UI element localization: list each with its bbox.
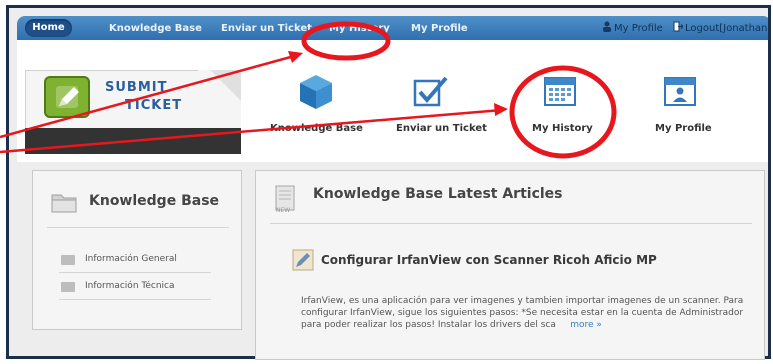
top-nav-bar: Home Knowledge Base Enviar un Ticket My … xyxy=(17,16,768,40)
sidebar-link-divider xyxy=(59,299,211,300)
submit-ticket-line1: SUBMIT xyxy=(105,80,168,95)
sidebar-knowledge-base-panel: Knowledge Base Información General Infor… xyxy=(32,170,242,330)
submit-ticket-footer-bar xyxy=(25,128,241,154)
toolbar-knowledge-base-label[interactable]: Knowledge Base xyxy=(270,123,363,134)
folder-icon xyxy=(51,191,77,217)
latest-articles-panel: NEW Knowledge Base Latest Articles Confi… xyxy=(255,170,765,360)
article-excerpt: IrfanView, es una aplicación para ver im… xyxy=(301,295,756,331)
submit-ticket-icon xyxy=(44,76,90,118)
calendar-icon[interactable] xyxy=(543,75,577,111)
article-title-link[interactable]: Configurar IrfanView con Scanner Ricoh A… xyxy=(321,253,657,267)
toolbar-my-history-label[interactable]: My History xyxy=(532,123,593,134)
nav-knowledge-base[interactable]: Knowledge Base xyxy=(109,20,202,37)
sidebar-link-informacion-general[interactable]: Información General xyxy=(85,254,177,264)
user-icon xyxy=(602,21,612,38)
main-panel-title: Knowledge Base Latest Articles xyxy=(313,186,563,202)
nav-my-history[interactable]: My History xyxy=(329,20,390,37)
profile-card-icon[interactable] xyxy=(663,75,697,111)
sidebar-divider xyxy=(47,227,229,228)
main-divider xyxy=(270,223,752,224)
nav-logout[interactable]: Logout[Jonathan] xyxy=(685,20,768,37)
folder-icon xyxy=(61,282,75,292)
nav-right-profile[interactable]: My Profile xyxy=(614,20,663,37)
knowledge-base-cube-icon[interactable] xyxy=(296,72,336,116)
more-link[interactable]: more » xyxy=(570,320,602,330)
toolbar-enviar-ticket-label[interactable]: Enviar un Ticket xyxy=(396,123,487,134)
new-badge: NEW xyxy=(276,207,291,214)
toolbar-my-profile-label[interactable]: My Profile xyxy=(655,123,712,134)
folder-icon xyxy=(61,255,75,265)
sidebar-link-informacion-tecnica[interactable]: Información Técnica xyxy=(85,281,175,291)
page-fold-corner xyxy=(198,70,241,128)
sidebar-title: Knowledge Base xyxy=(89,193,220,209)
article-excerpt-text: IrfanView, es una aplicación para ver im… xyxy=(301,296,744,330)
nav-my-profile[interactable]: My Profile xyxy=(411,20,468,37)
nav-enviar-ticket[interactable]: Enviar un Ticket xyxy=(221,20,312,37)
submit-ticket-line2: TICKET xyxy=(125,98,183,113)
nav-home-button[interactable]: Home xyxy=(25,19,72,37)
sidebar-link-divider xyxy=(59,272,211,273)
logout-icon xyxy=(673,21,684,38)
checkbox-icon[interactable] xyxy=(413,75,449,113)
article-pencil-icon xyxy=(292,249,314,275)
